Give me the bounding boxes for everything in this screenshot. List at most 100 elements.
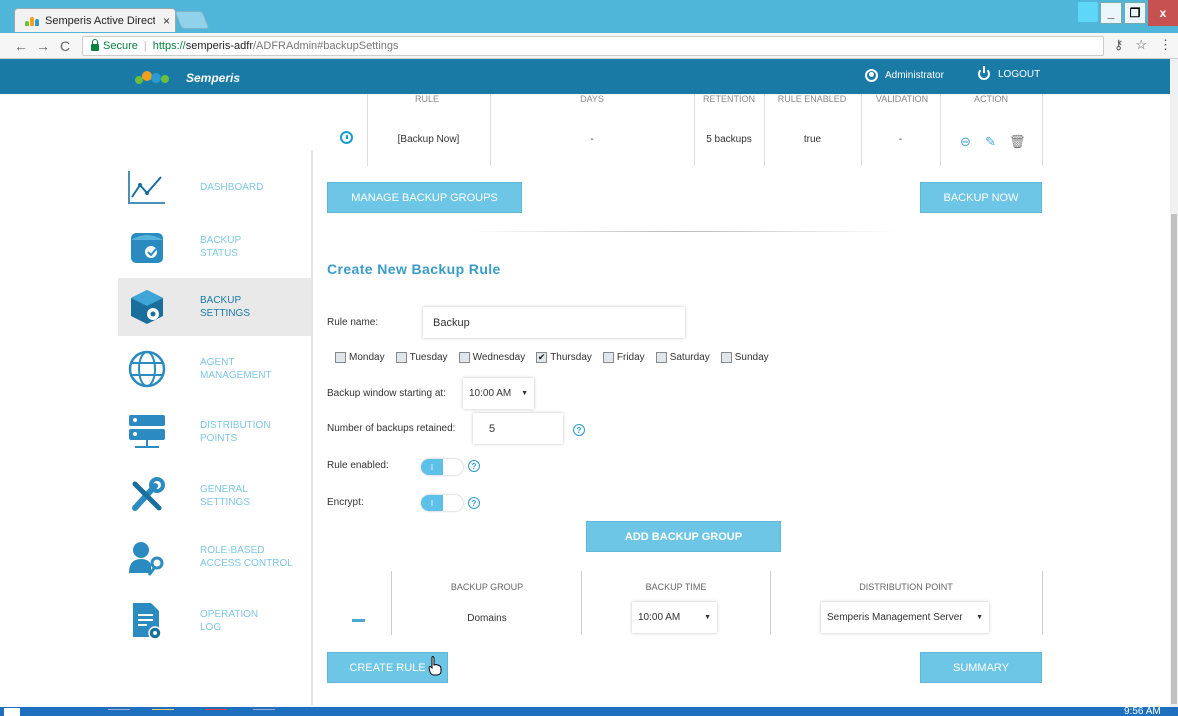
chrome-profile-icon[interactable] [1078, 2, 1098, 22]
reload-button[interactable]: C [54, 38, 76, 54]
user-key-icon [126, 536, 168, 578]
close-window-button[interactable]: x [1148, 0, 1178, 26]
forward-button[interactable]: → [32, 38, 54, 54]
day-friday[interactable]: Friday [602, 352, 645, 363]
add-backup-group-button[interactable]: ADD BACKUP GROUP [586, 521, 781, 552]
checkbox[interactable] [458, 352, 470, 363]
manage-backup-groups-button[interactable]: MANAGE BACKUP GROUPS [327, 182, 522, 213]
help-icon[interactable]: ? [573, 424, 585, 436]
rules-table: RULE DAYS RETENTION RULE ENABLED VALIDAT… [327, 94, 1043, 166]
url-path: /ADFRAdmin#backupSettings [253, 40, 399, 52]
remove-group-icon[interactable] [352, 619, 365, 622]
maximize-button[interactable]: ❐ [1124, 2, 1146, 24]
edit-icon[interactable]: ✎ [985, 134, 996, 150]
col-header-rule-enabled: RULE ENABLED [777, 94, 847, 104]
secure-label: Secure [103, 40, 138, 52]
help-icon[interactable]: ? [468, 460, 480, 472]
encrypt-toggle[interactable]: I [421, 495, 463, 511]
browser-menu-icon[interactable]: ⋮ [1159, 37, 1172, 53]
back-button[interactable]: ← [10, 38, 32, 54]
sidebar-item-dashboard[interactable]: DASHBOARD [118, 158, 311, 216]
cell-days: - [590, 134, 594, 145]
tab-title: Semperis Active Directory [45, 14, 155, 27]
rule-name-input[interactable]: Backup [423, 307, 685, 338]
sidebar-item-label: BACKUP SETTINGS [200, 295, 251, 319]
checkbox[interactable] [395, 352, 407, 363]
distribution-point-select[interactable]: Semperis Management Server ▼ [821, 602, 989, 633]
bookmark-star-icon[interactable]: ☆ [1135, 37, 1147, 53]
sidebar-nav: DASHBOARD BACKUP STATUS BACKUP SETTINGS … [118, 150, 313, 706]
chrome-icon[interactable] [205, 709, 227, 716]
sidebar-item-label: DISTRIBUTION POINTS [200, 420, 271, 444]
tab-close-icon[interactable]: × [163, 14, 170, 28]
sidebar-item-backup-status[interactable]: BACKUP STATUS [118, 218, 311, 276]
hand-cursor-icon [428, 656, 442, 676]
day-sunday[interactable]: Sunday [720, 352, 769, 363]
trash-icon[interactable]: 🗑 [1009, 134, 1026, 150]
document-gear-icon [126, 600, 168, 642]
sidebar-item-distribution-points[interactable]: DISTRIBUTION POINTS [118, 403, 311, 461]
checkbox[interactable] [655, 352, 667, 363]
sidebar-item-label: ROLE-BASED ACCESS CONTROL [200, 545, 293, 569]
backup-settings-box-icon [126, 286, 168, 328]
taskbar-app-icon[interactable] [253, 709, 275, 716]
taskbar [0, 707, 1178, 716]
rule-enabled-label: Rule enabled: [327, 460, 389, 471]
checkbox-checked[interactable]: ✔ [536, 352, 548, 363]
col-header-retention: RETENTION [702, 94, 755, 104]
logout-label: LOGOUT [998, 68, 1041, 80]
sidebar-item-agent-management[interactable]: AGENT MANAGEMENT [118, 340, 311, 398]
scrollbar-thumb[interactable] [1171, 214, 1177, 704]
key-icon[interactable]: ⚷ [1114, 37, 1124, 53]
sidebar-item-operation-log[interactable]: OPERATION LOG [118, 592, 311, 650]
lock-icon [91, 38, 99, 51]
chevron-down-icon: ▼ [976, 614, 983, 621]
tools-icon [126, 475, 168, 517]
browser-tab[interactable]: Semperis Active Directory × [14, 8, 176, 32]
day-wednesday[interactable]: Wednesday [458, 352, 525, 363]
file-explorer-icon[interactable] [152, 709, 174, 716]
col-header-validation: VALIDATION [875, 94, 929, 104]
distribution-point-value: Semperis Management Server [827, 612, 963, 623]
col-header-distribution-point: DISTRIBUTION POINT [859, 582, 953, 592]
cell-rule-enabled: true [803, 134, 822, 145]
checkbox[interactable] [720, 352, 732, 363]
taskbar-clock: 9:56 AM [1124, 706, 1161, 716]
backup-window-select[interactable]: 10:00 AM ▼ [463, 378, 534, 409]
minimize-button[interactable]: _ [1100, 2, 1122, 24]
url-separator: | [143, 40, 147, 52]
day-thursday[interactable]: ✔ Thursday [536, 352, 592, 363]
sidebar-item-general-settings[interactable]: GENERAL SETTINGS [118, 467, 311, 525]
sidebar-item-backup-settings[interactable]: BACKUP SETTINGS [118, 278, 311, 336]
logout-button[interactable]: LOGOUT [978, 66, 1041, 80]
col-header-action: ACTION [973, 94, 1008, 104]
backup-now-button[interactable]: BACKUP NOW [920, 182, 1042, 213]
chevron-down-icon: ▼ [521, 390, 528, 397]
url-input[interactable]: Secure | https://semperis-adfr/ADFRAdmin… [82, 36, 1104, 56]
backup-time-select[interactable]: 10:00 AM ▼ [632, 602, 717, 633]
taskbar-app-icon[interactable] [108, 709, 130, 716]
day-tuesday[interactable]: Tuesday [395, 352, 448, 363]
user-icon [865, 69, 878, 82]
globe-network-icon [126, 348, 168, 390]
url-host: semperis-adfr [185, 40, 253, 52]
sidebar-item-label: AGENT MANAGEMENT [200, 357, 272, 381]
sidebar-item-label: DASHBOARD [200, 181, 264, 193]
checkbox[interactable] [335, 352, 346, 363]
backups-retained-input[interactable]: 5 [473, 413, 563, 444]
day-saturday[interactable]: Saturday [655, 352, 710, 363]
checkbox[interactable] [602, 352, 614, 363]
chart-line-icon [126, 166, 168, 208]
sidebar-item-role-based-access-control[interactable]: ROLE-BASED ACCESS CONTROL [118, 528, 311, 586]
start-button[interactable] [4, 708, 20, 716]
encrypt-label: Encrypt: [327, 497, 364, 508]
more-options-icon[interactable]: ⊖ [960, 134, 971, 150]
user-menu[interactable]: Administrator [865, 69, 944, 82]
sidebar-item-label: BACKUP STATUS [200, 235, 242, 259]
backups-retained-label: Number of backups retained: [327, 423, 456, 434]
day-monday[interactable]: Monday [335, 352, 385, 363]
summary-button[interactable]: SUMMARY [920, 652, 1042, 683]
rule-enabled-toggle[interactable]: I [421, 459, 463, 475]
rule-name-label: Rule name: [327, 317, 379, 328]
help-icon[interactable]: ? [468, 497, 480, 509]
